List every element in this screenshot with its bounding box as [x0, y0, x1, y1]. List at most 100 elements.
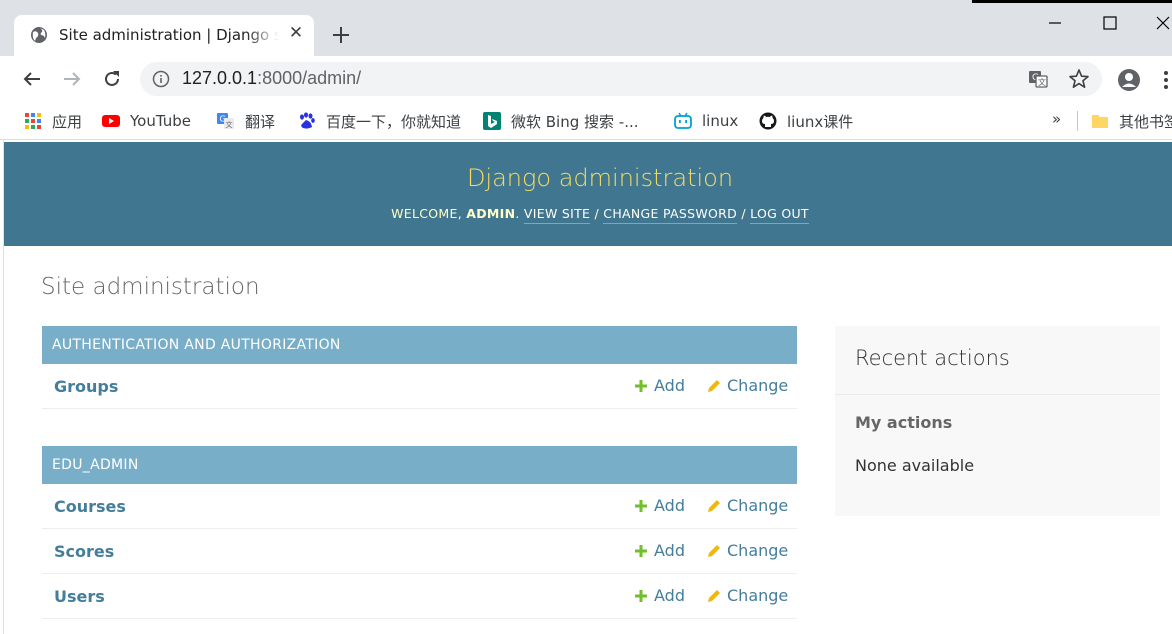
add-link[interactable]: Add: [634, 586, 685, 605]
log-out-link[interactable]: Log out: [750, 206, 809, 224]
globe-icon: [31, 27, 47, 43]
apps-grid-icon: [25, 113, 41, 129]
page-title: Site administration: [41, 274, 260, 300]
model-link[interactable]: Groups: [54, 377, 118, 396]
svg-text:文: 文: [226, 120, 233, 129]
app-module-auth: Authentication and Authorization Groups …: [42, 326, 797, 409]
pencil-icon: [708, 589, 720, 602]
baidu-icon: [300, 112, 315, 129]
youtube-icon: [102, 115, 120, 127]
tab-strip: Site administration | Django site admin …: [0, 0, 1172, 56]
bookmark-translate[interactable]: G 文 翻译: [217, 110, 275, 132]
tab-title: Site administration | Django site admin: [59, 26, 279, 44]
minimize-icon[interactable]: [1040, 10, 1070, 36]
url-text: 127.0.0.1:8000/admin/: [182, 68, 361, 89]
translate-icon[interactable]: G 文: [1028, 69, 1048, 89]
username: admin: [466, 206, 516, 221]
translate-icon: G 文: [217, 113, 234, 129]
maximize-icon[interactable]: [1095, 10, 1125, 36]
bookmark-youtube[interactable]: YouTube: [102, 110, 191, 132]
user-tools: Welcome, admin. View site / Change passw…: [4, 206, 1172, 224]
bookmark-label: 应用: [52, 112, 83, 131]
add-label: Add: [654, 376, 685, 395]
address-bar[interactable]: 127.0.0.1:8000/admin/ G 文: [140, 62, 1102, 96]
browser-tab[interactable]: Site administration | Django site admin …: [14, 15, 314, 56]
bookmark-baidu[interactable]: 百度一下，你就知道: [298, 110, 461, 132]
change-label: Change: [727, 541, 789, 560]
plus-icon: [635, 589, 647, 602]
back-icon[interactable]: [20, 67, 44, 91]
github-icon: [759, 112, 777, 130]
module-caption[interactable]: Authentication and Authorization: [42, 326, 797, 364]
model-link[interactable]: Courses: [54, 497, 126, 516]
model-row-groups: Groups Add Change: [42, 364, 797, 409]
bing-icon: [483, 112, 501, 130]
tab-close-icon[interactable]: ✕: [286, 23, 306, 43]
admin-page: Django administration Welcome, admin. Vi…: [4, 142, 1172, 634]
add-label: Add: [654, 541, 685, 560]
separator: /: [590, 206, 604, 221]
close-window-icon[interactable]: [1148, 10, 1172, 36]
bookmarks-overflow-button[interactable]: »: [1052, 110, 1061, 128]
url-path: :8000/admin/: [257, 68, 362, 88]
bilibili-icon: [674, 112, 692, 129]
bookmark-label: 翻译: [245, 112, 276, 131]
recent-actions-panel: Recent actions My actions None available: [835, 326, 1160, 516]
bookmark-linux[interactable]: linux: [674, 110, 738, 132]
app-module-edu-admin: EDU_ADMIN Courses Add Change Scores Add …: [42, 446, 797, 619]
window-top-edge: [972, 0, 1172, 3]
model-row-courses: Courses Add Change: [42, 484, 797, 529]
my-actions-heading: My actions: [855, 413, 953, 432]
bookmark-label: 微软 Bing 搜索 -...: [511, 112, 639, 131]
change-label: Change: [727, 586, 789, 605]
add-link[interactable]: Add: [634, 541, 685, 560]
url-host: 127.0.0.1: [182, 68, 258, 88]
new-tab-icon[interactable]: [328, 22, 354, 48]
change-link[interactable]: Change: [707, 541, 788, 560]
pencil-icon: [708, 379, 720, 392]
none-available-text: None available: [855, 456, 975, 475]
plus-icon: [635, 379, 647, 392]
bookmark-star-icon[interactable]: [1068, 68, 1090, 90]
pencil-icon: [708, 499, 720, 512]
change-link[interactable]: Change: [707, 496, 788, 515]
separator: /: [737, 206, 751, 221]
bookmarks-divider: [1077, 111, 1078, 131]
module-caption[interactable]: EDU_ADMIN: [42, 446, 797, 484]
bookmarks-bar: 应用 YouTube G 文 翻译 百度一下，你就知道 微软 Bing 搜索 -…: [0, 102, 1172, 140]
add-label: Add: [654, 586, 685, 605]
add-link[interactable]: Add: [634, 376, 685, 395]
change-label: Change: [727, 496, 789, 515]
site-info-icon[interactable]: [152, 70, 170, 88]
bookmark-liunx[interactable]: liunx课件: [759, 110, 853, 132]
folder-icon: [1092, 115, 1108, 128]
bookmark-label: linux: [702, 112, 739, 130]
site-brand[interactable]: Django administration: [4, 164, 1172, 192]
bookmark-other[interactable]: 其他书签: [1091, 110, 1172, 132]
bookmark-label: YouTube: [130, 112, 191, 130]
model-link[interactable]: Scores: [54, 542, 114, 561]
view-site-link[interactable]: View site: [523, 206, 591, 224]
browser-menu-icon[interactable]: [1160, 68, 1172, 92]
add-label: Add: [654, 496, 685, 515]
forward-icon[interactable]: [60, 67, 84, 91]
browser-toolbar: 127.0.0.1:8000/admin/ G 文: [0, 56, 1172, 102]
welcome-text: Welcome,: [391, 206, 467, 221]
model-row-users: Users Add Change: [42, 574, 797, 619]
add-link[interactable]: Add: [634, 496, 685, 515]
admin-header: Django administration Welcome, admin. Vi…: [4, 142, 1172, 246]
profile-avatar-icon[interactable]: [1117, 68, 1141, 92]
bookmark-apps[interactable]: 应用: [24, 110, 82, 132]
change-password-link[interactable]: Change password: [603, 206, 738, 224]
change-link[interactable]: Change: [707, 376, 788, 395]
reload-icon[interactable]: [100, 67, 124, 91]
svg-text:文: 文: [1038, 77, 1046, 87]
bookmark-bing[interactable]: 微软 Bing 搜索 -...: [483, 110, 639, 132]
model-link[interactable]: Users: [54, 587, 105, 606]
plus-icon: [635, 499, 647, 512]
change-label: Change: [727, 376, 789, 395]
change-link[interactable]: Change: [707, 586, 788, 605]
bookmark-label: 其他书签: [1119, 112, 1172, 131]
recent-actions-title: Recent actions: [835, 326, 1160, 395]
bookmark-label: 百度一下，你就知道: [326, 112, 462, 131]
